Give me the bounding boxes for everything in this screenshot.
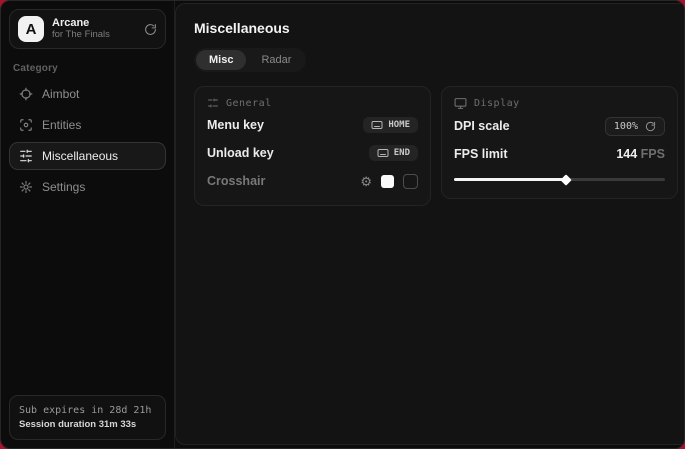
crosshair-checkbox[interactable]: [403, 174, 418, 189]
category-label: Category: [13, 63, 162, 74]
unload-key-label: Unload key: [207, 146, 274, 160]
sidebar-item-aimbot[interactable]: Aimbot: [9, 80, 166, 108]
slider-fill: [454, 178, 566, 181]
sliders-icon: [19, 149, 33, 163]
gear-icon: [19, 180, 33, 194]
sliders-icon: [207, 97, 219, 109]
subscription-card: Sub expires in 28d 21h Session duration …: [9, 395, 166, 440]
unload-key-value: END: [394, 148, 410, 158]
dpi-scale-label: DPI scale: [454, 119, 510, 133]
scan-icon: [19, 118, 33, 132]
tab-misc[interactable]: Misc: [196, 50, 246, 70]
crosshair-color-swatch[interactable]: [381, 175, 394, 188]
tab-radar[interactable]: Radar: [248, 50, 304, 70]
crosshair-row: Crosshair ⚙: [207, 169, 418, 193]
cards-row: General Menu key HOME Unload key: [194, 86, 678, 206]
menu-key-row: Menu key HOME: [207, 113, 418, 137]
refresh-icon[interactable]: [645, 121, 656, 132]
unload-key-bind-button[interactable]: END: [369, 145, 418, 161]
crosshair-settings-gear-icon[interactable]: ⚙: [360, 175, 372, 188]
sidebar-item-label: Entities: [42, 118, 81, 132]
fps-limit-row: FPS limit 144 FPS: [454, 142, 665, 166]
tab-bar: Misc Radar: [194, 48, 306, 72]
page-title: Miscellaneous: [194, 20, 678, 36]
app-logo: A: [18, 16, 44, 42]
sidebar: A Arcane for The Finals Category: [1, 1, 175, 448]
keyboard-icon: [377, 148, 389, 158]
dpi-scale-control[interactable]: 100%: [605, 117, 665, 136]
sidebar-item-label: Miscellaneous: [42, 149, 118, 163]
slider-thumb[interactable]: [560, 174, 571, 185]
brand-card: A Arcane for The Finals: [9, 9, 166, 49]
crosshair-icon: [19, 87, 33, 101]
dpi-scale-row: DPI scale 100%: [454, 114, 665, 138]
crosshair-controls: ⚙: [360, 174, 418, 189]
app-name: Arcane: [52, 17, 136, 30]
menu-key-value: HOME: [388, 120, 410, 130]
menu-key-bind-button[interactable]: HOME: [363, 117, 418, 133]
display-card-header: Display: [454, 97, 665, 110]
dpi-scale-value: 100%: [614, 121, 638, 132]
unload-key-row: Unload key END: [207, 141, 418, 165]
session-duration-text: Session duration 31m 33s: [19, 418, 156, 432]
app-subtitle: for The Finals: [52, 30, 136, 41]
sidebar-item-label: Settings: [42, 180, 85, 194]
sidebar-item-settings[interactable]: Settings: [9, 173, 166, 201]
sidebar-nav: Aimbot Entities: [9, 80, 166, 201]
app-window: A Arcane for The Finals Category: [0, 0, 685, 449]
general-card-header: General: [207, 97, 418, 109]
display-card: Display DPI scale 100% FPS limit: [441, 86, 678, 199]
fps-limit-slider[interactable]: [454, 172, 665, 186]
fps-limit-label: FPS limit: [454, 147, 507, 161]
sub-expiry-text: Sub expires in 28d 21h: [19, 403, 156, 418]
keyboard-icon: [371, 120, 383, 130]
general-card-title: General: [226, 98, 272, 109]
refresh-icon[interactable]: [144, 23, 157, 36]
menu-key-label: Menu key: [207, 118, 264, 132]
sidebar-spacer: [9, 201, 166, 395]
fps-unit: FPS: [637, 147, 665, 161]
general-card: General Menu key HOME Unload key: [194, 86, 431, 206]
sidebar-item-miscellaneous[interactable]: Miscellaneous: [9, 142, 166, 170]
display-card-title: Display: [474, 98, 520, 109]
sidebar-item-label: Aimbot: [42, 87, 79, 101]
monitor-icon: [454, 97, 467, 110]
brand-text: Arcane for The Finals: [52, 17, 136, 41]
crosshair-label: Crosshair: [207, 174, 265, 188]
fps-limit-value: 144 FPS: [616, 147, 665, 161]
main-panel: Miscellaneous Misc Radar General: [175, 3, 685, 445]
sidebar-item-entities[interactable]: Entities: [9, 111, 166, 139]
